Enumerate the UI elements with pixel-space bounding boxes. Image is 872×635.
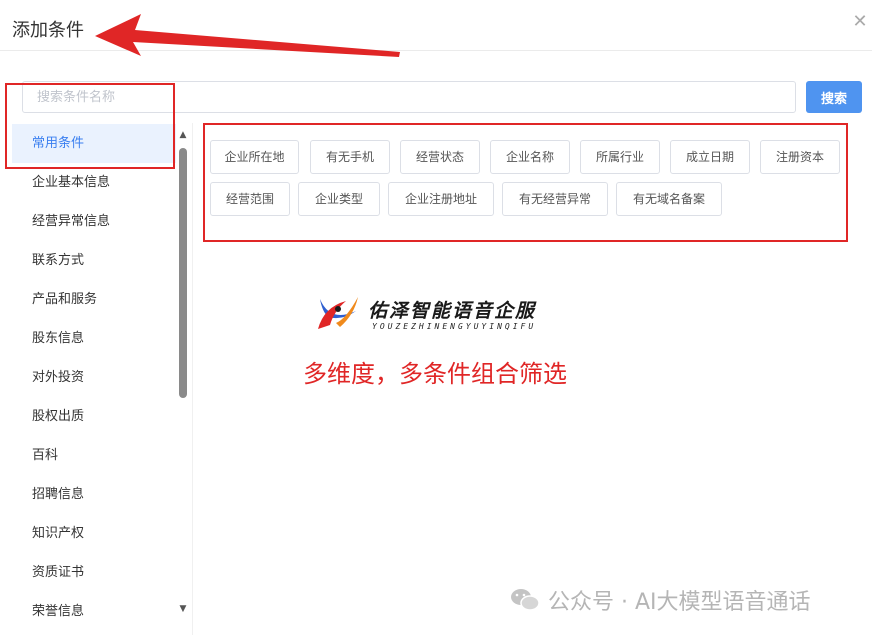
sidebar-item-ip[interactable]: 知识产权 [12, 514, 176, 553]
sidebar-item-certificates[interactable]: 资质证书 [12, 553, 176, 592]
brand-pinyin: YOUZEZHINENGYUYINQIFU [372, 322, 537, 331]
annotation-box-conditions [203, 123, 848, 242]
sidebar-scrollbar[interactable] [179, 148, 187, 398]
close-icon[interactable]: ✕ [850, 12, 870, 32]
search-button[interactable]: 搜索 [806, 81, 862, 113]
sidebar-item-contact[interactable]: 联系方式 [12, 241, 176, 280]
sidebar-item-products[interactable]: 产品和服务 [12, 280, 176, 319]
sidebar-item-recruitment[interactable]: 招聘信息 [12, 475, 176, 514]
sidebar-item-encyclopedia[interactable]: 百科 [12, 436, 176, 475]
scroll-down-arrow-icon[interactable]: ▼ [177, 604, 189, 614]
brand-name: 佑泽智能语音企服 [368, 300, 537, 322]
scroll-up-arrow-icon[interactable]: ▲ [177, 130, 189, 140]
dialog-title: 添加条件 [12, 20, 84, 41]
sidebar-item-honors[interactable]: 荣誉信息 [12, 592, 176, 631]
watermark-text: 公众号 · AI大模型语音通话 [548, 590, 811, 615]
annotation-arrow [95, 14, 400, 57]
panel-divider [192, 123, 193, 635]
sidebar-item-shareholders[interactable]: 股东信息 [12, 319, 176, 358]
feature-headline: 多维度，多条件组合筛选 [303, 360, 567, 388]
brand-logo-icon [318, 297, 358, 329]
wechat-icon [511, 589, 540, 611]
sidebar-item-abnormal-operation[interactable]: 经营异常信息 [12, 202, 176, 241]
sidebar-item-investment[interactable]: 对外投资 [12, 358, 176, 397]
category-sidebar: 常用条件 企业基本信息 经营异常信息 联系方式 产品和服务 股东信息 对外投资 … [0, 123, 176, 635]
sidebar-item-equity-pledge[interactable]: 股权出质 [12, 397, 176, 436]
annotation-box-sidebar [5, 83, 175, 169]
watermark: 公众号 · AI大模型语音通话 [510, 585, 811, 615]
